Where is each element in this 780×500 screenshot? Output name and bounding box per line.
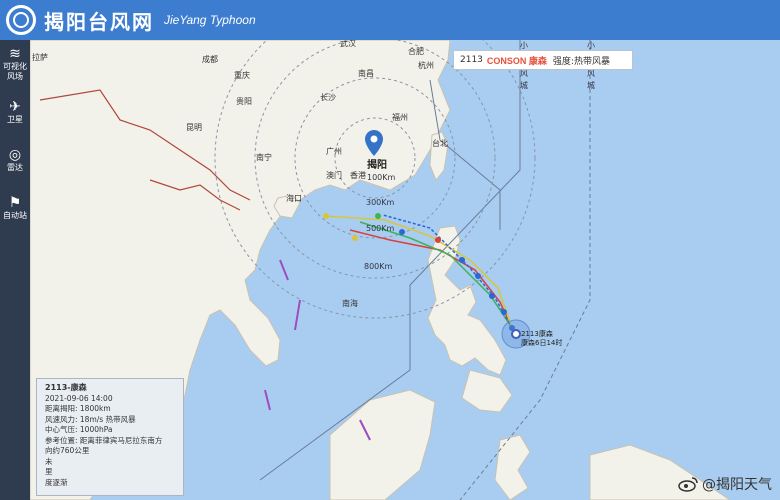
typhoon-intensity: 强度:热带风暴 [552,56,610,67]
typhoon-info-panel: 2113-康森 2021-09-06 14:00 距离揭阳: 1800km 风速… [36,378,184,496]
track-point [501,309,507,315]
sidebar-item-label: 雷达 [7,163,23,172]
app-subtitle: JieYang Typhoon [164,13,256,27]
city-label: 台北 [432,139,448,148]
storm-position-label: 2113康森 康森6日14时 [521,330,562,348]
city-label: 合肥 [408,47,424,56]
sidebar-item-wind-field[interactable]: ≋ 可视化风场 [0,40,30,88]
sidebar-item-label: 卫星 [7,115,23,124]
track-point [352,235,358,241]
info-distance: 距离揭阳: 1800km [45,404,111,413]
typhoon-icon [511,329,521,339]
track-point [399,229,405,235]
info-pressure: 中心气压: 1000hPa [45,425,113,434]
line-label: 城 [520,81,528,90]
city-label: 澳门 [326,171,342,180]
sidebar-item-auto-station[interactable]: ⚑ 自动站 [0,184,30,232]
typhoon-code: 2113 [460,55,483,65]
city-label: 贵阳 [236,97,252,106]
track-point [375,213,381,219]
info-reference: 参考位置: 距离菲律宾马尼拉东南方 [45,435,163,445]
city-label: 长沙 [320,93,336,102]
track-point [475,273,481,279]
track-point [323,213,329,219]
typhoon-popup[interactable]: 2113 CONSON 康森 强度:热带风暴 [453,50,633,70]
weibo-icon [678,477,698,492]
city-label: 南昌 [358,69,374,78]
ring-label-100: 100Km [367,173,396,182]
info-future: 未 [45,456,53,466]
flag-icon: ⚑ [8,195,22,211]
weibo-watermark: @揭阳天气 [678,474,772,494]
info-wind: 风速风力: 18m/s 热带风暴 [45,414,136,424]
storm-label-line1: 2113康森 [521,330,553,338]
city-label: 广州 [326,147,342,156]
city-label: 成都 [202,55,218,64]
track-point [459,257,465,263]
sidebar: ≋ 可视化风场 ✈ 卫星 ◎ 雷达 ⚑ 自动站 [0,40,30,500]
city-label: 拉萨 [32,53,48,62]
info-reference-cont: 向约760公里 [45,446,90,455]
sidebar-item-satellite[interactable]: ✈ 卫星 [0,88,30,136]
city-label: 杭州 [418,61,434,70]
line-label: 城 [587,81,595,90]
info-title: 2113-康森 [45,383,87,392]
city-label: 重庆 [234,71,250,80]
location-label: 揭阳 [367,160,387,171]
ring-label-500: 500Km [366,224,395,233]
watermark-text: @揭阳天气 [702,477,772,493]
city-label: 昆明 [186,123,202,132]
radar-icon: ◎ [8,147,22,163]
storm-label-line2: 康森6日14时 [521,339,563,347]
city-label: 南宁 [256,153,272,162]
info-time: 2021-09-06 14:00 [45,393,113,403]
info-row7: 里 [45,467,53,476]
typhoon-name: CONSON 康森 [486,55,547,66]
city-label: 海口 [286,194,302,203]
satellite-icon: ✈ [9,99,21,115]
location-pin-icon[interactable] [365,130,383,156]
sidebar-item-radar[interactable]: ◎ 雷达 [0,136,30,184]
wind-icon: ≋ [9,46,21,62]
info-row8: 度逐渐 [45,477,68,487]
city-label: 香港 [350,171,366,180]
logo-icon[interactable] [6,5,36,35]
sea-label: 南海 [342,299,358,308]
sidebar-item-label: 自动站 [3,211,27,220]
ring-label-800: 800Km [364,262,393,271]
ring-label-300: 300Km [366,198,395,207]
app-title: 揭阳台风网 [44,9,154,34]
app-header: 揭阳台风网 JieYang Typhoon [0,0,780,40]
sidebar-item-label: 可视化风场 [3,62,27,81]
track-point [435,237,441,243]
track-point [489,293,495,299]
city-label: 福州 [392,113,408,122]
